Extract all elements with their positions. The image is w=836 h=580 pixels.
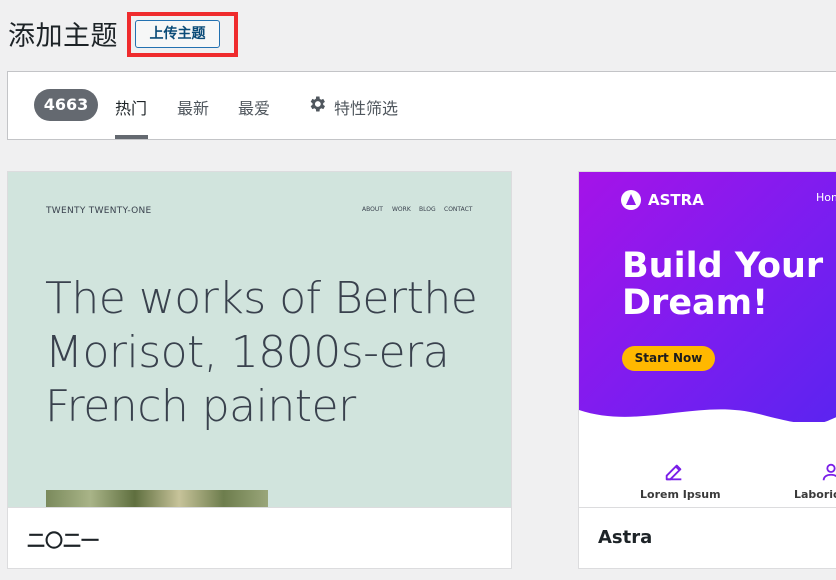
highlight-annotation — [127, 12, 238, 57]
edit-icon — [665, 464, 682, 481]
astra-logo-icon — [621, 190, 641, 210]
preview-feature-label: Laborio — [794, 488, 836, 501]
preview-headline: Build Your Dream! — [622, 246, 824, 323]
gear-icon[interactable] — [307, 94, 327, 114]
theme-screenshot[interactable]: ASTRA Hom Build Your Dream! Start Now Lo… — [579, 172, 836, 508]
theme-name: Astra — [598, 527, 653, 548]
preview-logo-text: ASTRA — [648, 191, 704, 209]
theme-filter-bar: 4663 热门 最新 最爱 特性筛选 — [7, 71, 836, 140]
preview-site-title: TWENTY TWENTY-ONE — [46, 206, 152, 216]
tab-popular[interactable]: 热门 — [115, 95, 147, 119]
preview-cta-button: Start Now — [622, 346, 715, 371]
tab-latest[interactable]: 最新 — [177, 95, 209, 119]
theme-screenshot[interactable]: TWENTY TWENTY-ONE ABOUT WORK BLOG CONTAC… — [8, 172, 511, 508]
preview-menu-item: WORK — [392, 206, 411, 213]
user-icon — [822, 463, 836, 481]
feature-filter-button[interactable]: 特性筛选 — [334, 95, 398, 119]
preview-wave-divider — [579, 409, 836, 432]
active-tab-indicator — [115, 135, 148, 139]
preview-logo: ASTRA — [621, 190, 704, 210]
preview-feature-label: Lorem Ipsum — [640, 488, 721, 501]
preview-headline: The works of Berthe Morisot, 1800s-era F… — [45, 273, 478, 432]
preview-menu-item: ABOUT — [362, 206, 383, 213]
tab-favorites[interactable]: 最爱 — [238, 95, 270, 119]
theme-card-twenty-twenty-one[interactable]: TWENTY TWENTY-ONE ABOUT WORK BLOG CONTAC… — [7, 171, 512, 569]
preview-menu-item: BLOG — [419, 206, 436, 213]
theme-name-bar: Astra — [579, 507, 836, 568]
preview-nav-item: Hom — [816, 191, 836, 204]
theme-count-badge: 4663 — [34, 89, 98, 121]
preview-menu-item: CONTACT — [444, 206, 473, 213]
page-title: 添加主题 — [8, 21, 118, 52]
preview-painting-image — [46, 490, 268, 508]
theme-name: 二〇二一 — [27, 531, 99, 552]
theme-card-astra[interactable]: ASTRA Hom Build Your Dream! Start Now Lo… — [578, 171, 836, 569]
theme-name-bar: 二〇二一 — [8, 507, 511, 568]
